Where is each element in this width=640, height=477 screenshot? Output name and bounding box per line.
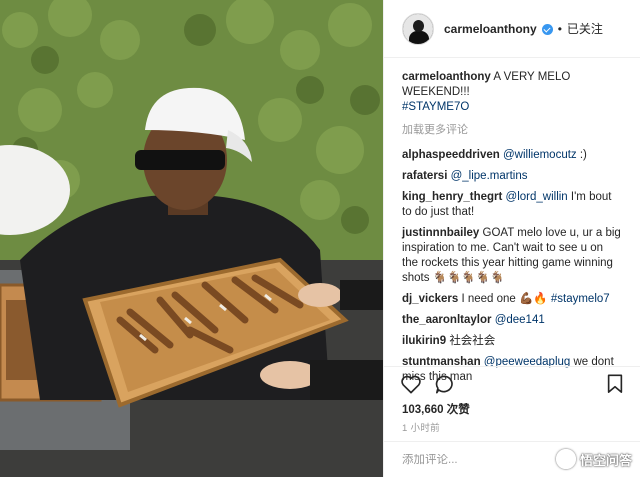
comment-mention[interactable]: @dee141 xyxy=(495,314,545,326)
comment-item: the_aaronltaylor @dee141 xyxy=(402,313,622,328)
post-actions xyxy=(384,366,640,400)
comment-item: ilukirin9 社会社会 xyxy=(402,334,622,349)
watermark: 悟空问答 xyxy=(555,449,632,469)
comment-username[interactable]: dj_vickers xyxy=(402,293,458,305)
following-button[interactable]: 已关注 xyxy=(567,20,603,37)
like-count[interactable]: 103,660 次赞 xyxy=(402,401,470,417)
comment-username[interactable]: justinnnbailey xyxy=(402,227,479,239)
add-comment-input[interactable] xyxy=(402,453,512,466)
photo-illustration xyxy=(0,0,383,477)
post-side-panel: carmeloanthony • 已关注 carmeloanthony A VE… xyxy=(383,0,640,477)
comment-username[interactable]: the_aaronltaylor xyxy=(402,314,491,326)
comment-item: rafatersi @_lipe.martins xyxy=(402,169,622,184)
header-username[interactable]: carmeloanthony xyxy=(444,22,537,36)
comment-text: I need one 💪🏾🔥 xyxy=(461,293,551,305)
post-timestamp: 1 小时前 xyxy=(402,423,440,434)
comments-list: carmeloanthony A VERY MELO WEEKEND!!! #S… xyxy=(384,58,640,385)
avatar[interactable] xyxy=(402,12,434,45)
post-photo[interactable] xyxy=(0,0,383,477)
comment-text: :) xyxy=(576,149,587,161)
separator-dot: • xyxy=(557,21,562,36)
load-more-comments-button[interactable]: 加载更多评论 xyxy=(402,123,622,138)
heart-icon[interactable] xyxy=(400,374,422,399)
caption-username[interactable]: carmeloanthony xyxy=(402,71,491,83)
comment-mention[interactable]: @_lipe.martins xyxy=(451,170,528,182)
comment-username[interactable]: king_henry_thegrt xyxy=(402,191,502,203)
comment-item: alphaspeeddriven @williemocutz :) xyxy=(402,148,622,163)
comment-item: justinnnbailey GOAT melo love u, ur a bi… xyxy=(402,226,622,286)
bookmark-icon[interactable] xyxy=(606,374,624,399)
comment-mention[interactable]: @lord_willin xyxy=(506,191,568,203)
comment-username[interactable]: alphaspeeddriven xyxy=(402,149,500,161)
comment-username[interactable]: rafatersi xyxy=(402,170,447,182)
comment-item: dj_vickers I need one 💪🏾🔥 #staymelo7 xyxy=(402,292,622,307)
post-header: carmeloanthony • 已关注 xyxy=(384,0,640,58)
comment-username[interactable]: ilukirin9 xyxy=(402,335,446,347)
comment-icon[interactable] xyxy=(434,374,456,399)
comment-hashtag[interactable]: #staymelo7 xyxy=(551,293,610,305)
comment-item: king_henry_thegrt @lord_willin I'm bout … xyxy=(402,190,622,220)
verified-icon xyxy=(541,24,553,35)
post-caption: carmeloanthony A VERY MELO WEEKEND!!! #S… xyxy=(402,70,622,115)
comment-text: 社会社会 xyxy=(449,335,496,347)
comment-mention[interactable]: @williemocutz xyxy=(503,149,577,161)
caption-hashtag[interactable]: #STAYME7O xyxy=(402,101,469,113)
watermark-text: 悟空问答 xyxy=(579,452,632,468)
watermark-logo-icon xyxy=(555,449,576,469)
